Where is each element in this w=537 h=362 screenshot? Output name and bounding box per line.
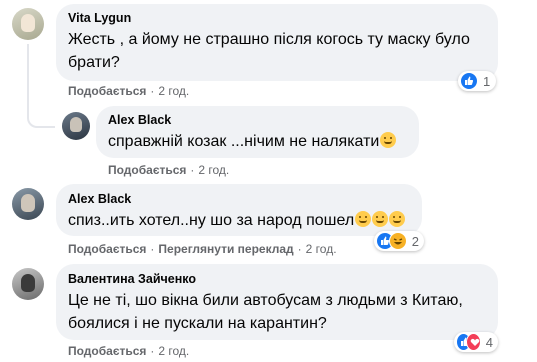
haha-icon	[388, 232, 407, 250]
comment-author[interactable]: Alex Black	[108, 113, 171, 127]
reply-thread-line	[27, 44, 55, 128]
smirking-face-icon	[372, 211, 389, 227]
reaction-count: 2	[411, 233, 419, 249]
laughing-face-icon	[389, 211, 406, 227]
comment-actions: Подобається · 2 год.	[68, 344, 190, 358]
avatar[interactable]	[12, 268, 44, 300]
comment-author[interactable]: Валентина Зайченко	[68, 272, 196, 286]
comment-text-line: справжній козак ...нічим не налякати	[108, 130, 397, 154]
comment-actions: Подобається · 2 год.	[108, 163, 230, 177]
comment-actions: Подобається · Переглянути переклад · 2 год.	[68, 242, 337, 256]
comment-actions: Подобається · 2 год.	[68, 84, 190, 98]
like-button[interactable]: Подобається	[68, 84, 146, 98]
reaction-summary[interactable]: 4	[454, 332, 498, 352]
love-icon	[465, 333, 481, 351]
avatar-figure	[21, 274, 35, 292]
timestamp[interactable]: 2 год.	[198, 163, 229, 177]
avatar-figure	[21, 194, 35, 212]
comment-text: спиз..ить хотел..ну шо за народ пошел	[68, 212, 355, 229]
comment-text-line: спиз..ить хотел..ну шо за народ пошел	[68, 209, 406, 233]
reaction-count: 1	[483, 73, 491, 89]
like-icon	[460, 72, 478, 90]
avatar-figure	[70, 117, 82, 132]
comment-text-line: боялися і не пускали на карантин?	[68, 315, 327, 332]
comment-text: справжній козак ...нічим не налякати	[108, 133, 380, 150]
comment-author[interactable]: Vita Lygun	[68, 11, 131, 25]
thinking-face-icon	[380, 132, 397, 148]
like-button[interactable]: Подобається	[108, 163, 186, 177]
timestamp[interactable]: 2 год.	[158, 84, 189, 98]
like-button[interactable]: Подобається	[68, 242, 146, 256]
timestamp[interactable]: 2 год.	[306, 242, 337, 256]
reaction-summary[interactable]: 1	[458, 71, 496, 91]
avatar[interactable]	[12, 8, 44, 40]
comment-author[interactable]: Alex Black	[68, 192, 131, 206]
reaction-count: 4	[485, 334, 493, 350]
comment-text-line: брати?	[68, 54, 120, 71]
comment-text-line: Це не ті, шо вікна били автобусам з людь…	[68, 292, 463, 309]
avatar-figure	[21, 14, 35, 32]
reaction-summary[interactable]: 2	[374, 231, 424, 251]
timestamp[interactable]: 2 год.	[158, 344, 189, 358]
like-button[interactable]: Подобається	[68, 344, 146, 358]
see-translation-button[interactable]: Переглянути переклад	[158, 242, 293, 256]
avatar[interactable]	[62, 112, 90, 140]
avatar[interactable]	[12, 188, 44, 220]
grimacing-face-icon	[355, 211, 372, 227]
comment-text-line: Жесть , а йому не страшно після когось т…	[68, 31, 470, 48]
